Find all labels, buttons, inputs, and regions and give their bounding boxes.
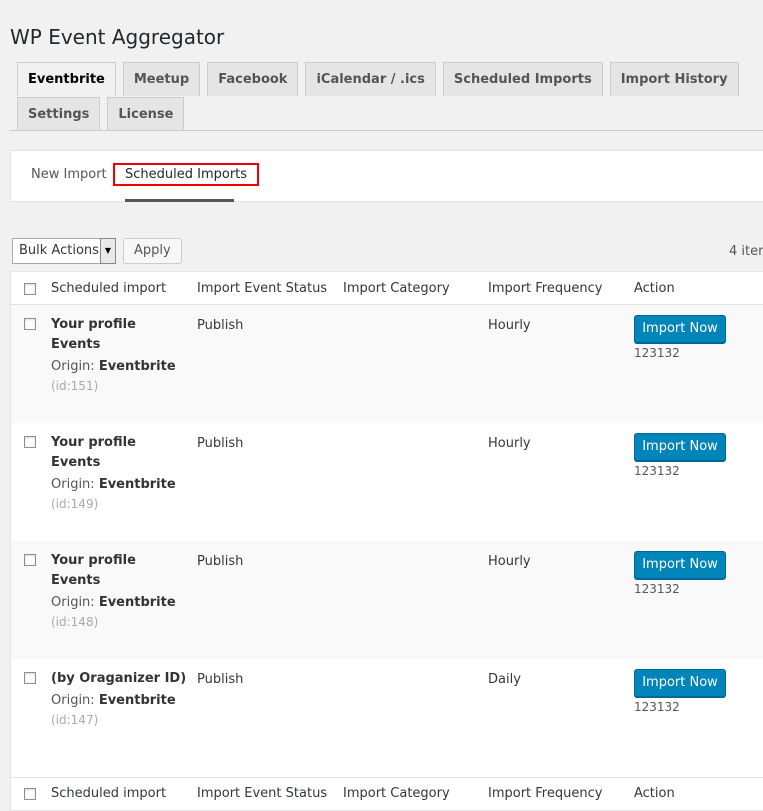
row-id: (id:148) <box>51 615 99 629</box>
origin-value: Eventbrite <box>98 693 176 708</box>
scheduled-imports-table: Scheduled import Import Event Status Imp… <box>10 271 763 811</box>
row-code: 123132 <box>634 582 680 596</box>
tab-meetup[interactable]: Meetup <box>122 62 201 96</box>
tab-row-2: Settings License <box>17 97 191 131</box>
tab-scheduled-imports[interactable]: Scheduled Imports <box>442 62 603 96</box>
bulk-actions-select[interactable]: Bulk Actions ▼ <box>12 238 116 264</box>
row-checkbox[interactable] <box>24 436 36 448</box>
footer-action: Action <box>634 786 675 801</box>
tab-import-history[interactable]: Import History <box>609 62 739 96</box>
tab-license[interactable]: License <box>107 97 185 131</box>
row-origin: Origin: Eventbrite <box>51 477 176 492</box>
row-title[interactable]: Your profile Events <box>51 315 161 355</box>
row-origin: Origin: Eventbrite <box>51 359 176 374</box>
row-title[interactable]: Your profile Events <box>51 433 161 473</box>
items-count: 4 items <box>729 244 763 259</box>
tab-eventbrite[interactable]: Eventbrite <box>17 62 116 96</box>
header-import-frequency: Import Frequency <box>488 281 603 296</box>
origin-value: Eventbrite <box>98 359 176 374</box>
table-row: (by Oraganizer ID) Origin: Eventbrite (i… <box>10 659 763 777</box>
row-code: 123132 <box>634 346 680 360</box>
row-id: (id:151) <box>51 379 99 393</box>
origin-label: Origin: <box>51 359 95 374</box>
row-frequency: Hourly <box>488 318 531 333</box>
tabs-divider <box>10 130 763 131</box>
table-header: Scheduled import Import Event Status Imp… <box>10 271 763 305</box>
row-code: 123132 <box>634 700 680 714</box>
row-code: 123132 <box>634 464 680 478</box>
table-row: Your profile Events Origin: Eventbrite (… <box>10 305 763 423</box>
origin-value: Eventbrite <box>98 595 176 610</box>
header-action: Action <box>634 281 675 296</box>
tab-row-1: Eventbrite Meetup Facebook iCalendar / .… <box>17 62 746 96</box>
origin-label: Origin: <box>51 595 95 610</box>
apply-button[interactable]: Apply <box>123 238 182 264</box>
row-status: Publish <box>197 554 244 569</box>
sub-navigation: New Import Scheduled Imports <box>10 150 763 202</box>
row-frequency: Hourly <box>488 554 531 569</box>
tab-settings[interactable]: Settings <box>17 97 101 131</box>
header-import-event-status: Import Event Status <box>197 281 328 296</box>
import-now-button[interactable]: Import Now <box>634 551 726 579</box>
table-row: Your profile Events Origin: Eventbrite (… <box>10 541 763 659</box>
page-title: WP Event Aggregator <box>10 25 225 50</box>
header-scheduled-import[interactable]: Scheduled import <box>51 281 166 296</box>
origin-label: Origin: <box>51 477 95 492</box>
origin-value: Eventbrite <box>98 477 176 492</box>
subnav-scheduled-imports[interactable]: Scheduled Imports <box>113 163 260 186</box>
origin-label: Origin: <box>51 693 95 708</box>
active-subnav-indicator <box>125 199 234 202</box>
row-id: (id:147) <box>51 713 99 727</box>
row-title[interactable]: (by Oraganizer ID) <box>51 669 191 689</box>
footer-import-event-status: Import Event Status <box>197 786 328 801</box>
row-status: Publish <box>197 672 244 687</box>
row-frequency: Daily <box>488 672 521 687</box>
import-now-button[interactable]: Import Now <box>634 669 726 697</box>
footer-scheduled-import[interactable]: Scheduled import <box>51 786 166 801</box>
row-checkbox[interactable] <box>24 318 36 330</box>
import-now-button[interactable]: Import Now <box>634 433 726 461</box>
select-all-checkbox[interactable] <box>24 283 36 295</box>
footer-import-category: Import Category <box>343 786 450 801</box>
row-checkbox[interactable] <box>24 672 36 684</box>
row-frequency: Hourly <box>488 436 531 451</box>
header-import-category: Import Category <box>343 281 450 296</box>
import-now-button[interactable]: Import Now <box>634 315 726 343</box>
row-origin: Origin: Eventbrite <box>51 595 176 610</box>
row-checkbox[interactable] <box>24 554 36 566</box>
table-row: Your profile Events Origin: Eventbrite (… <box>10 423 763 541</box>
row-status: Publish <box>197 436 244 451</box>
row-id: (id:149) <box>51 497 99 511</box>
table-footer: Scheduled import Import Event Status Imp… <box>10 777 763 811</box>
row-origin: Origin: Eventbrite <box>51 693 176 708</box>
row-status: Publish <box>197 318 244 333</box>
tab-icalendar[interactable]: iCalendar / .ics <box>305 62 436 96</box>
footer-import-frequency: Import Frequency <box>488 786 603 801</box>
dropdown-arrow-icon: ▼ <box>100 238 116 264</box>
subnav-new-import[interactable]: New Import <box>31 167 107 182</box>
bulk-actions-value: Bulk Actions <box>19 243 99 258</box>
tab-facebook[interactable]: Facebook <box>207 62 299 96</box>
row-title[interactable]: Your profile Events <box>51 551 161 591</box>
select-all-checkbox-footer[interactable] <box>24 788 36 800</box>
